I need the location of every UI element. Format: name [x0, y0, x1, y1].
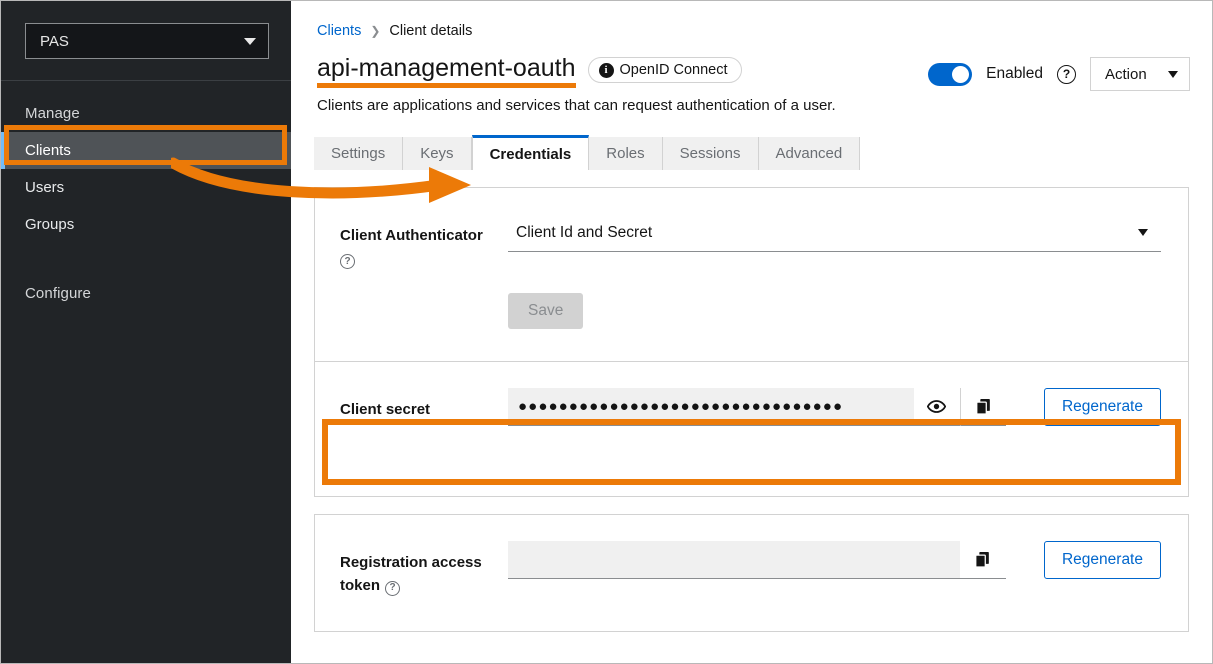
client-secret-label-text: Client secret — [340, 401, 431, 418]
breadcrumb-link-clients[interactable]: Clients — [317, 23, 361, 39]
client-authenticator-select-value: Client Id and Secret — [516, 223, 653, 241]
client-secret-row: Client secret ●●●●●●●●●●●●●●●●●●●●●●●●●●… — [315, 362, 1188, 426]
caret-down-icon — [1138, 229, 1148, 236]
tab-sessions[interactable]: Sessions — [662, 137, 759, 170]
client-authenticator-select[interactable]: Client Id and Secret — [508, 214, 1161, 252]
tab-bar: Settings Keys Credentials Roles Sessions… — [314, 135, 1212, 170]
tab-settings[interactable]: Settings — [314, 137, 404, 170]
tab-label: Settings — [331, 145, 386, 162]
registration-token-row: Registration access token? Regenerate — [315, 515, 1188, 598]
sidebar-item-label: Clients — [25, 142, 71, 159]
registration-token-label: Registration access token? — [340, 541, 508, 598]
tab-keys[interactable]: Keys — [403, 137, 472, 170]
regenerate-token-button[interactable]: Regenerate — [1043, 541, 1161, 579]
question-circle-icon[interactable]: ? — [385, 580, 401, 596]
tab-label: Advanced — [775, 145, 843, 162]
tab-label: Credentials — [489, 145, 572, 163]
sidebar: PAS Manage Clients Users Groups Configur… — [1, 1, 291, 663]
tab-advanced[interactable]: Advanced — [758, 137, 861, 170]
title-highlight-underline — [317, 82, 576, 88]
page-header-right: Enabled ? Action — [928, 55, 1190, 91]
regenerate-secret-button[interactable]: Regenerate — [1043, 388, 1161, 426]
breadcrumb-current: Client details — [389, 23, 473, 39]
sidebar-item-groups[interactable]: Groups — [1, 206, 291, 243]
toggle-knob — [952, 65, 970, 83]
client-authenticator-card: Client Authenticator ? Client Id and Sec… — [314, 187, 1189, 362]
enabled-toggle-label: Enabled — [986, 65, 1043, 82]
sidebar-section-configure: Configure — [25, 285, 91, 302]
tab-label: Roles — [606, 145, 645, 162]
copy-icon — [975, 551, 990, 568]
page-subtitle: Clients are applications and services th… — [317, 97, 836, 114]
realm-select-value: PAS — [40, 32, 69, 50]
sidebar-nav: Manage Clients Users Groups Configure — [1, 81, 291, 312]
page-title: api-management-oauth — [317, 54, 576, 88]
sidebar-item-label: Users — [25, 179, 65, 196]
sidebar-section-manage: Manage — [25, 105, 80, 122]
client-authenticator-label-text: Client Authenticator — [340, 227, 483, 244]
sidebar-item-clients[interactable]: Clients — [1, 132, 291, 169]
protocol-badge-label: OpenID Connect — [619, 62, 728, 79]
info-icon: i — [598, 62, 614, 78]
tab-label: Keys — [420, 145, 454, 162]
chevron-down-icon — [244, 37, 256, 45]
client-secret-input-group: ●●●●●●●●●●●●●●●●●●●●●●●●●●●●●●●● — [508, 388, 1006, 426]
realm-select-wrapper: PAS — [1, 1, 291, 81]
enabled-toggle[interactable] — [928, 62, 973, 86]
tab-roles[interactable]: Roles — [589, 137, 663, 170]
save-row: Save — [315, 271, 1188, 329]
app-window: PAS Manage Clients Users Groups Configur… — [0, 0, 1213, 664]
tab-credentials[interactable]: Credentials — [471, 135, 590, 170]
client-secret-label: Client secret — [340, 388, 508, 421]
tab-label: Sessions — [679, 145, 741, 162]
eye-icon — [927, 400, 947, 413]
copy-token-button[interactable] — [959, 541, 1006, 579]
client-authenticator-label: Client Authenticator ? — [340, 214, 508, 271]
show-secret-button[interactable] — [913, 388, 960, 426]
realm-select[interactable]: PAS — [25, 23, 269, 59]
save-button[interactable]: Save — [508, 292, 584, 329]
client-secret-card: Client secret ●●●●●●●●●●●●●●●●●●●●●●●●●●… — [314, 362, 1189, 497]
page-header: api-management-oauth i OpenID Connect En… — [291, 39, 1212, 91]
caret-down-icon — [1168, 70, 1178, 78]
breadcrumb-separator-icon: ❯ — [370, 24, 381, 38]
page-header-left: api-management-oauth i OpenID Connect — [317, 54, 742, 88]
registration-token-label-line2: token — [340, 577, 381, 595]
client-secret-input[interactable]: ●●●●●●●●●●●●●●●●●●●●●●●●●●●●●●●● — [508, 388, 914, 426]
sidebar-item-label: Groups — [25, 216, 75, 233]
copy-secret-button[interactable] — [959, 388, 1006, 426]
registration-token-card: Registration access token? Regenerate — [314, 514, 1189, 632]
page-title-text: api-management-oauth — [317, 54, 576, 82]
credentials-panel: Client Authenticator ? Client Id and Sec… — [291, 187, 1212, 632]
registration-token-label-line1: Registration access — [340, 554, 482, 571]
breadcrumb: Clients ❯ Client details — [291, 1, 1212, 39]
registration-token-input[interactable] — [508, 541, 960, 579]
main-content: Clients ❯ Client details api-management-… — [291, 1, 1212, 663]
action-button-label: Action — [1105, 65, 1147, 83]
registration-token-input-group — [508, 541, 1006, 579]
copy-icon — [976, 398, 990, 415]
sidebar-item-users[interactable]: Users — [1, 169, 291, 206]
client-authenticator-row: Client Authenticator ? Client Id and Sec… — [315, 188, 1188, 271]
protocol-badge: i OpenID Connect — [587, 57, 742, 84]
action-button[interactable]: Action — [1090, 57, 1190, 91]
question-circle-icon[interactable]: ? — [1057, 64, 1076, 84]
question-circle-icon[interactable]: ? — [340, 254, 355, 270]
